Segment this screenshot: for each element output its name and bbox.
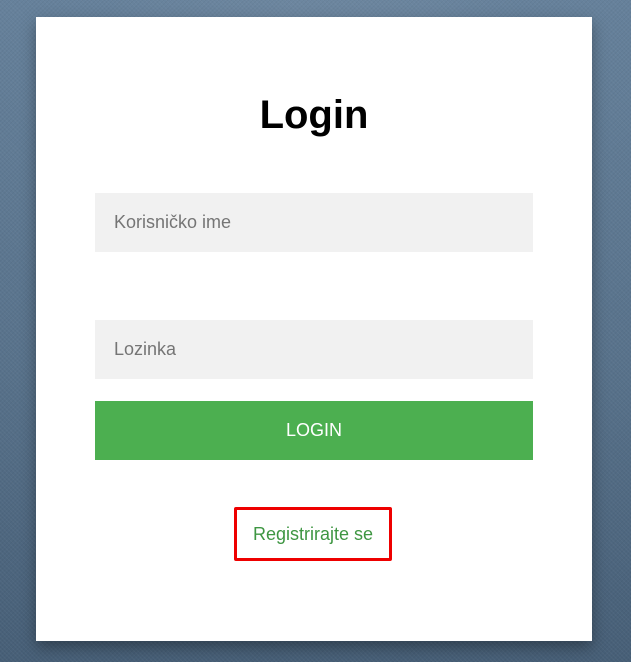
login-card: Login LOGIN Registrirajte se	[36, 17, 592, 641]
login-button[interactable]: LOGIN	[95, 401, 533, 460]
username-input[interactable]	[95, 193, 533, 252]
register-link[interactable]: Registrirajte se	[253, 524, 373, 545]
register-link-highlight: Registrirajte se	[234, 507, 392, 561]
page-title: Login	[259, 93, 369, 137]
password-input[interactable]	[95, 320, 533, 379]
